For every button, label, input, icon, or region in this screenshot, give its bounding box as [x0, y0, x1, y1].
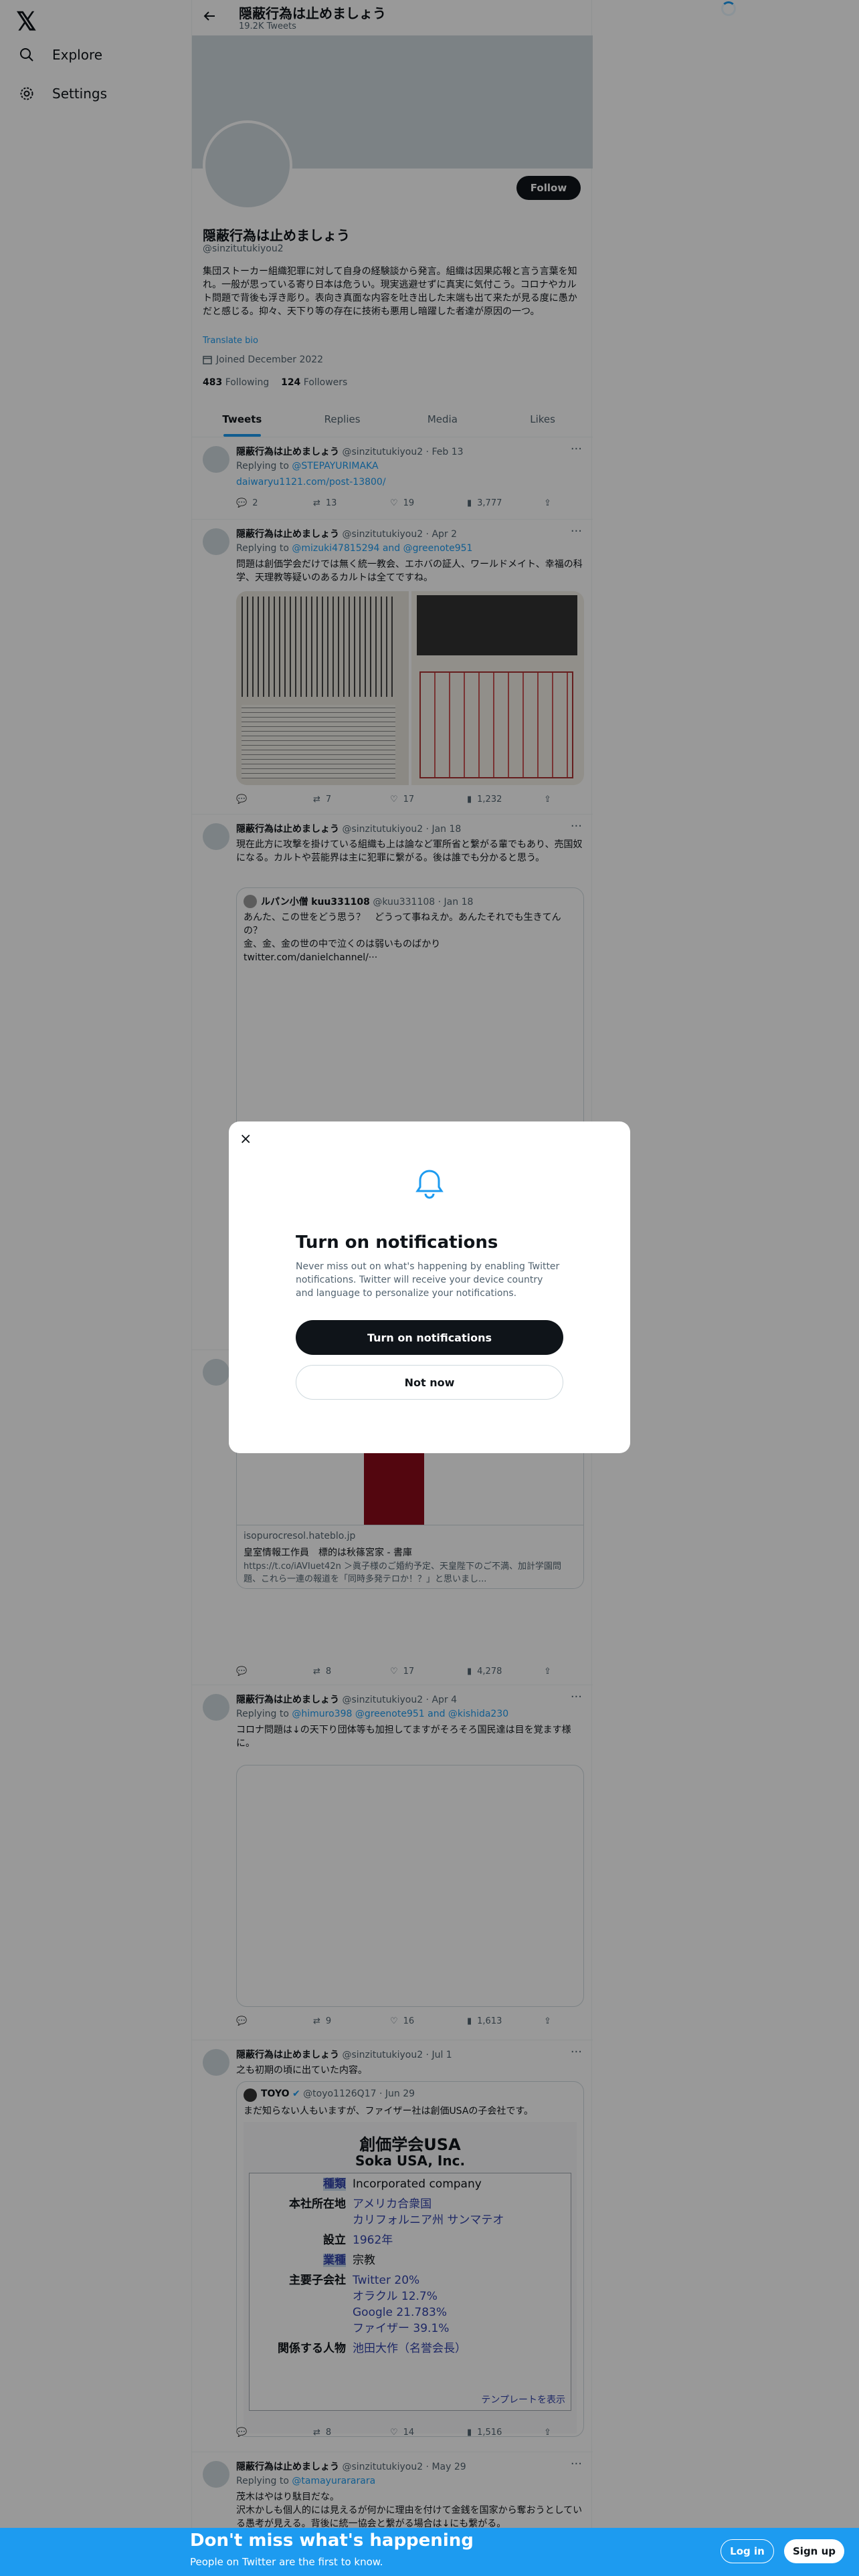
dialog-description: Never miss out on what's happening by en… [296, 1261, 560, 1299]
turn-on-notifications-button[interactable]: Turn on notifications [296, 1320, 563, 1355]
bottom-bar-title: Don't miss what's happening [190, 2531, 474, 2551]
login-button[interactable]: Log in [721, 2539, 774, 2563]
not-now-button[interactable]: Not now [296, 1365, 563, 1400]
signup-button[interactable]: Sign up [784, 2539, 844, 2563]
notifications-dialog: × Turn on notifications Never miss out o… [229, 1121, 630, 1453]
close-icon[interactable]: × [240, 1131, 252, 1148]
dialog-title: Turn on notifications [296, 1232, 498, 1253]
signup-prompt-bar: Don't miss what's happening People on Tw… [0, 2528, 859, 2576]
bell-icon [415, 1170, 444, 1199]
bottom-bar-subtitle: People on Twitter are the first to know. [190, 2556, 383, 2568]
